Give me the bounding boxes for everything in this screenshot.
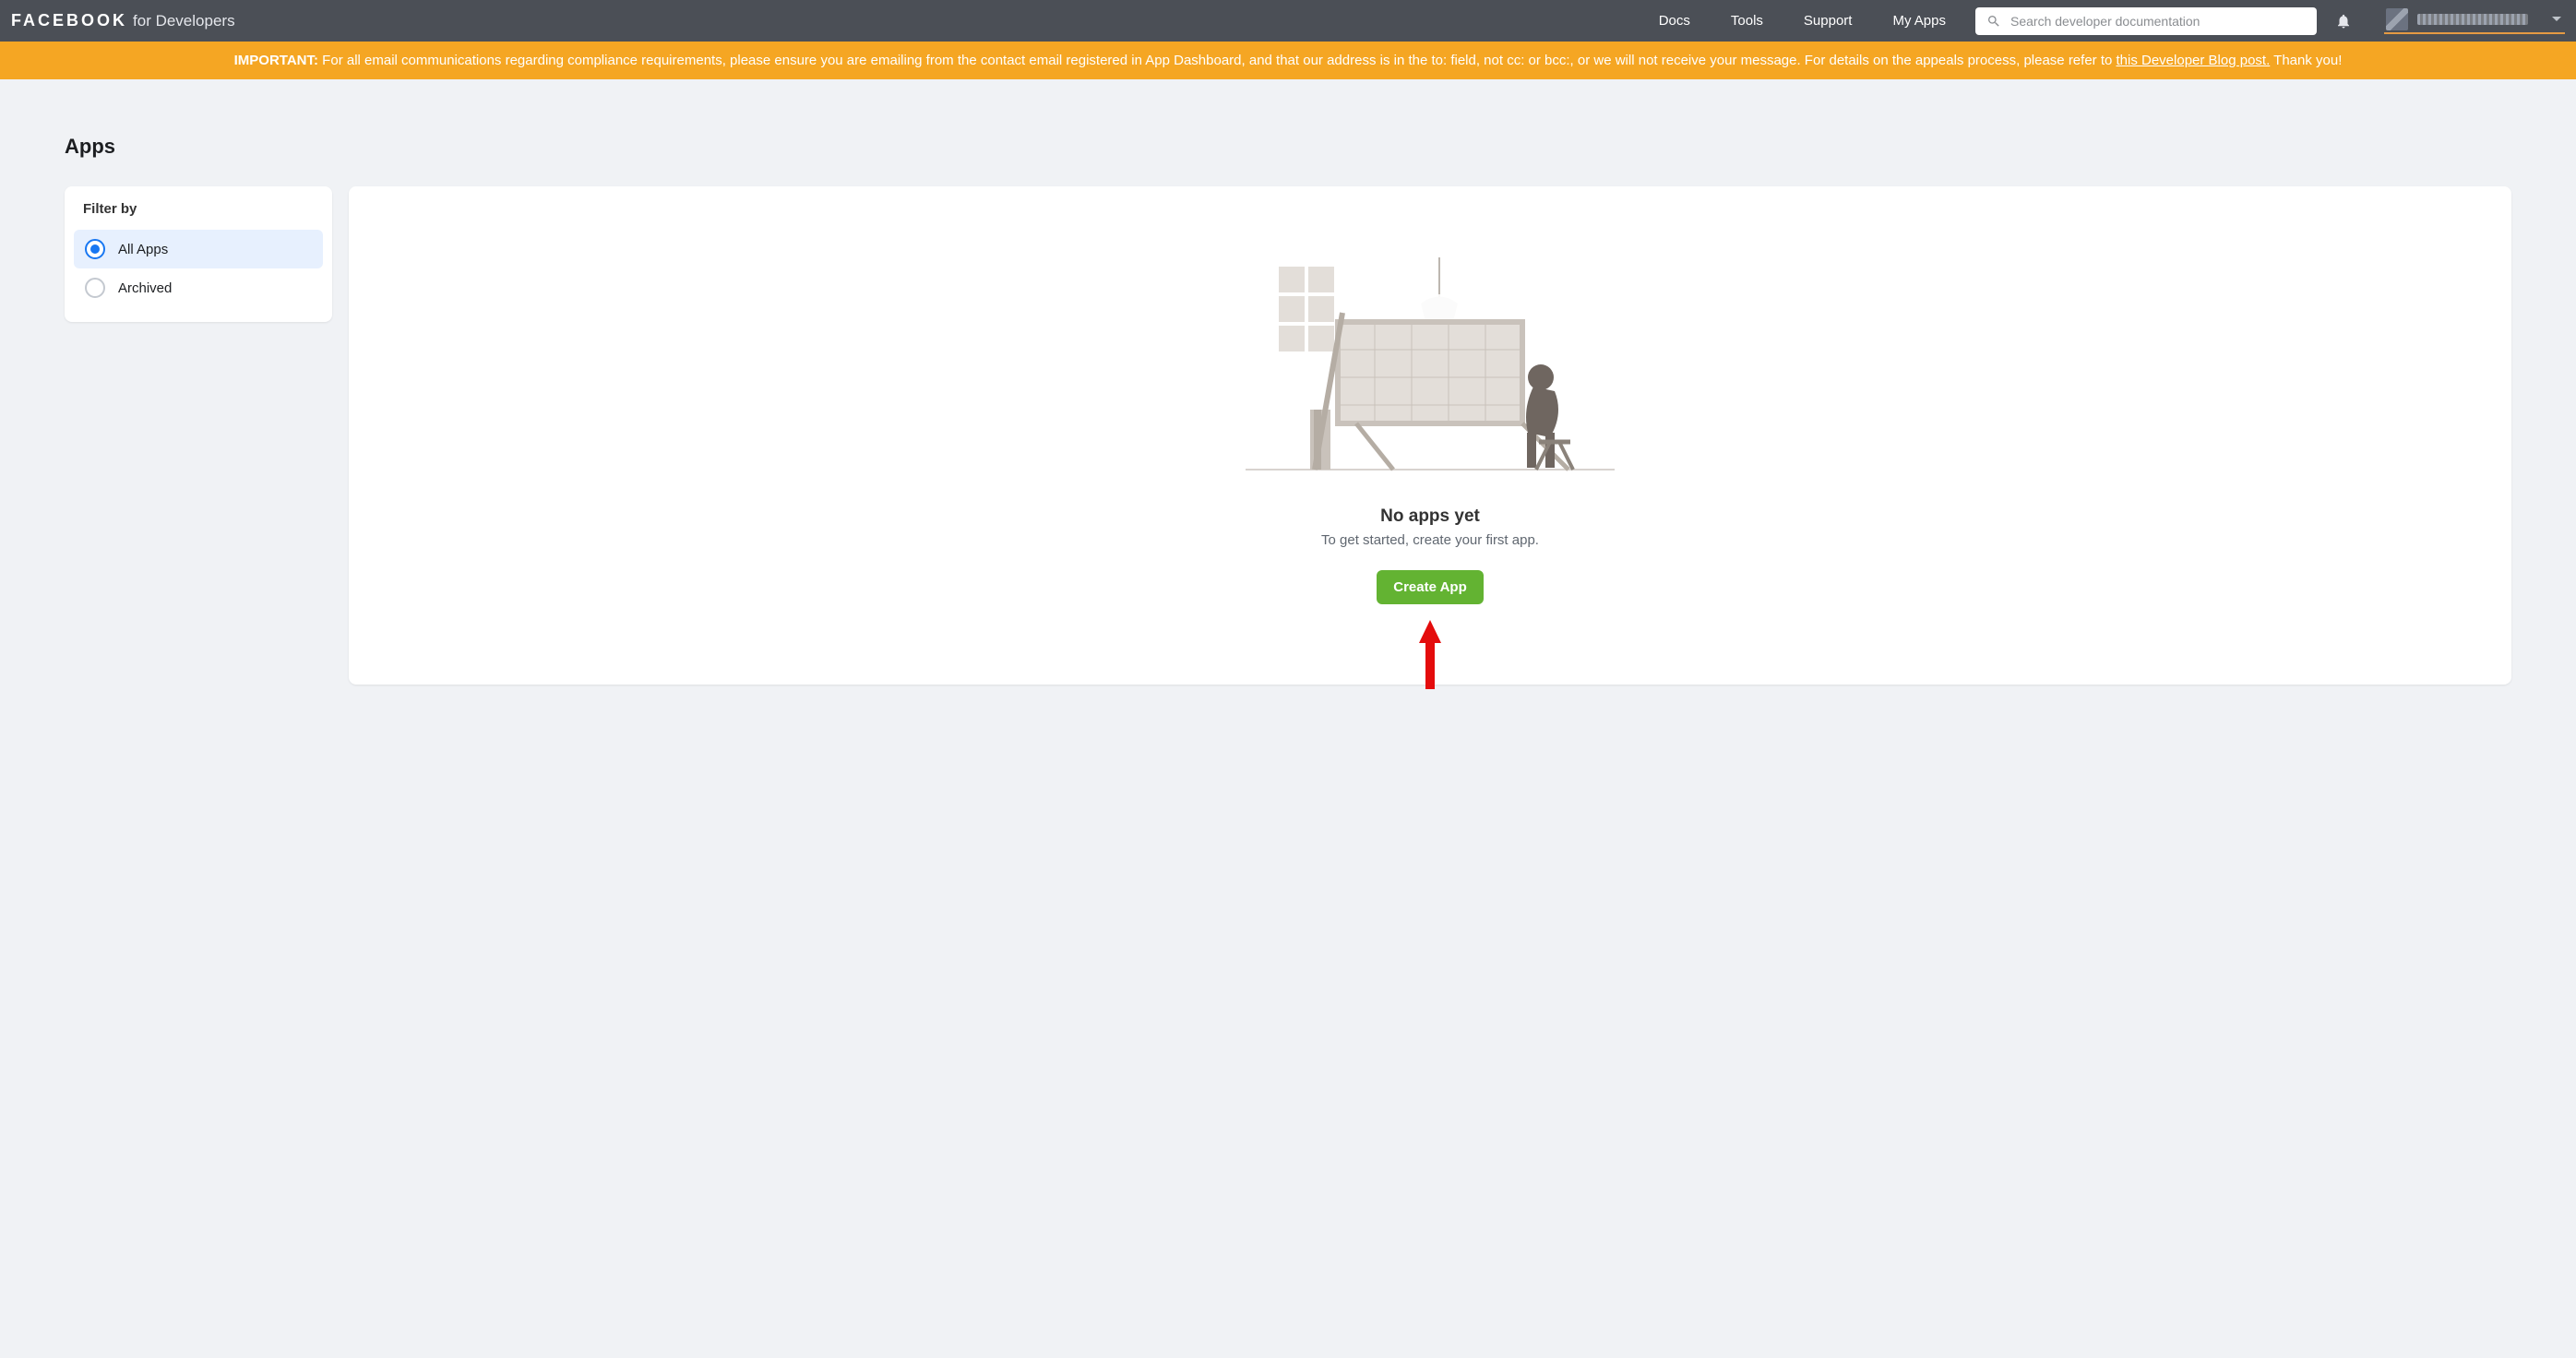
nav-tools[interactable]: Tools: [1720, 6, 1774, 36]
main-panel: No apps yet To get started, create your …: [349, 186, 2511, 685]
bell-icon: [2335, 13, 2352, 30]
filter-sidebar: Filter by All Apps Archived: [65, 186, 332, 322]
notifications-button[interactable]: [2335, 13, 2352, 30]
nav-support[interactable]: Support: [1793, 6, 1864, 36]
topbar: FACEBOOK for Developers Docs Tools Suppo…: [0, 0, 2576, 42]
profile-menu[interactable]: [2384, 8, 2565, 34]
content-wrap: Apps Filter by All Apps Archived: [0, 79, 2576, 721]
filter-label: Archived: [118, 280, 172, 296]
banner-text-after: Thank you!: [2270, 53, 2342, 68]
banner-text-before: For all email communications regarding c…: [318, 53, 2116, 68]
nav-my-apps[interactable]: My Apps: [1881, 6, 1957, 36]
profile-name-redacted: [2417, 14, 2528, 25]
empty-state-illustration: [1246, 257, 1615, 479]
compliance-banner: IMPORTANT: For all email communications …: [0, 42, 2576, 79]
filter-option-all-apps[interactable]: All Apps: [74, 230, 323, 268]
banner-strong: IMPORTANT:: [234, 53, 318, 68]
nav-links: Docs Tools Support My Apps: [1648, 6, 1957, 36]
filter-option-archived[interactable]: Archived: [74, 268, 323, 307]
page-title: Apps: [65, 135, 2511, 159]
empty-state-subtitle: To get started, create your first app.: [1321, 532, 1539, 548]
search-wrap[interactable]: [1975, 7, 2317, 35]
annotation-arrow-icon: [1412, 615, 1449, 698]
columns: Filter by All Apps Archived: [65, 186, 2511, 685]
brand-sub-text: for Developers: [133, 12, 235, 30]
empty-state-title: No apps yet: [1380, 506, 1480, 527]
create-app-button[interactable]: Create App: [1377, 570, 1483, 604]
profile-avatar: [2386, 8, 2408, 30]
brand-main-text: FACEBOOK: [11, 11, 127, 30]
search-input[interactable]: [2010, 14, 2306, 29]
caret-down-icon: [2552, 17, 2561, 21]
nav-docs[interactable]: Docs: [1648, 6, 1701, 36]
filter-title: Filter by: [74, 201, 323, 230]
filter-label: All Apps: [118, 242, 168, 257]
search-icon: [1986, 14, 2001, 29]
banner-link[interactable]: this Developer Blog post.: [2117, 53, 2271, 68]
brand-logo[interactable]: FACEBOOK for Developers: [11, 11, 235, 30]
radio-icon: [85, 278, 105, 298]
radio-icon: [85, 239, 105, 259]
